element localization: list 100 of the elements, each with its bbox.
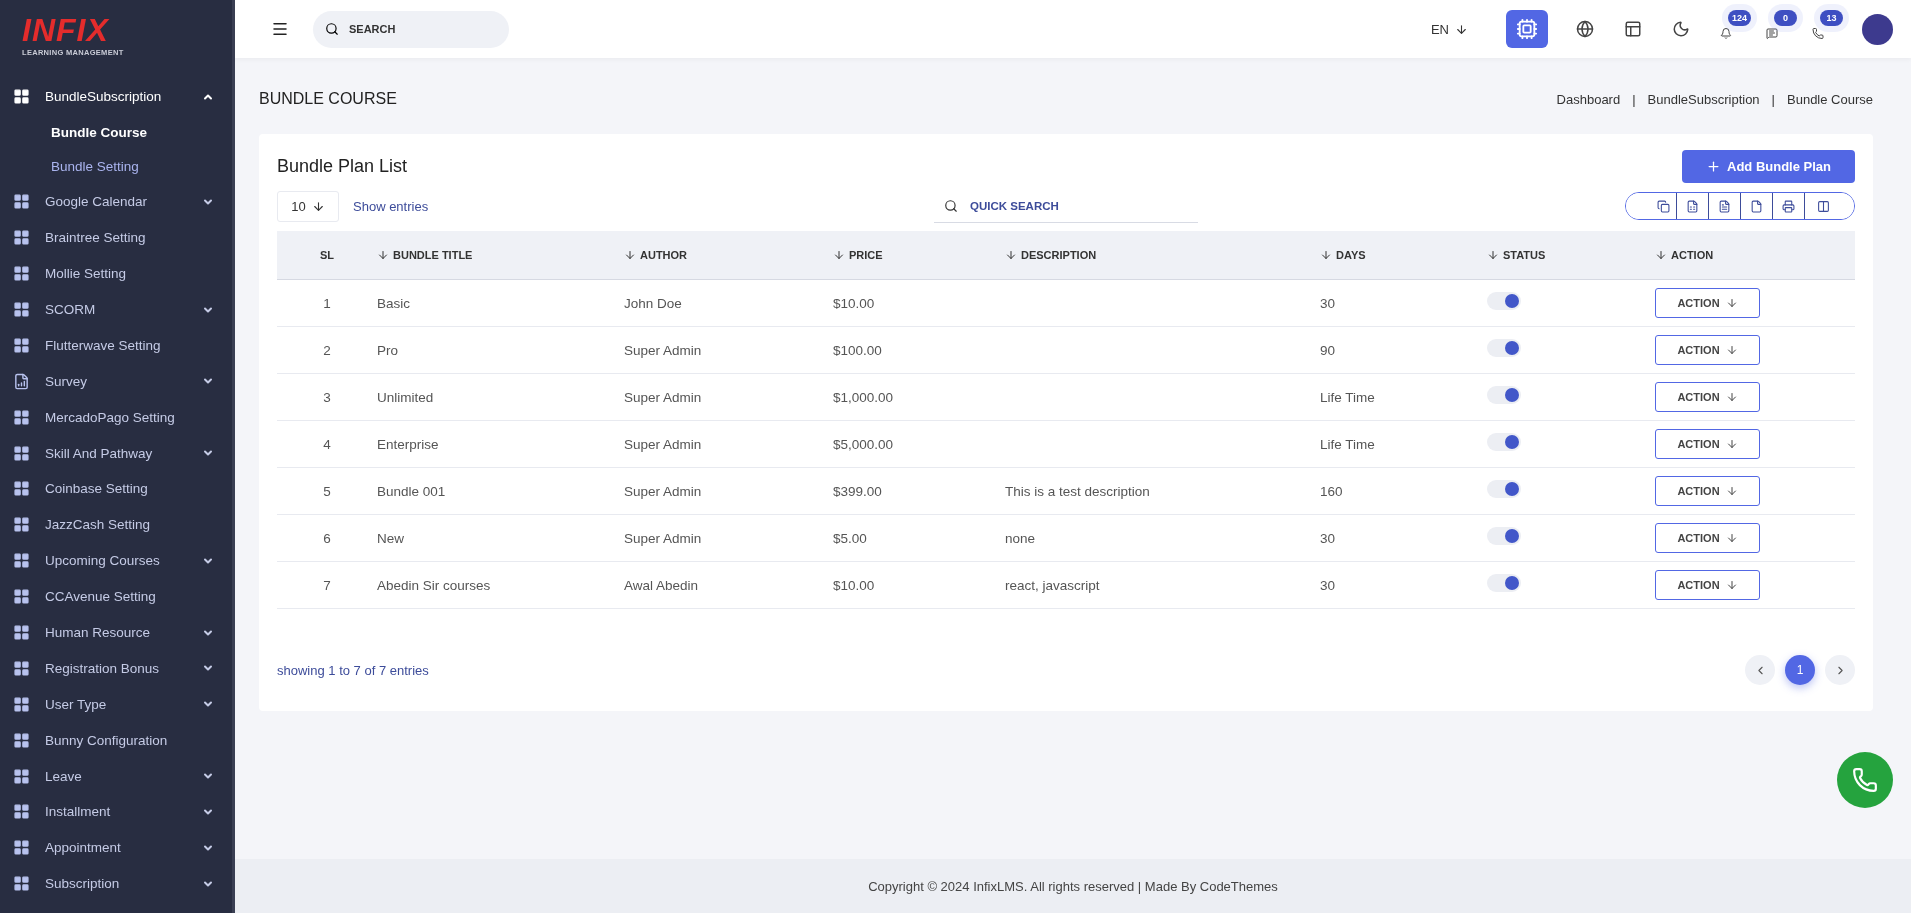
grid-icon — [13, 588, 30, 606]
column-header[interactable]: DAYS — [1320, 249, 1487, 261]
sidebar-item[interactable]: Upcoming Courses — [0, 542, 232, 579]
page-size-select[interactable]: 10 — [277, 190, 339, 222]
plus-icon — [1706, 159, 1721, 174]
table-cell-text: $100.00 — [833, 342, 883, 358]
grid-icon — [13, 695, 30, 713]
table-cell-text: 30 — [1320, 295, 1337, 311]
page-button[interactable]: 1 — [1785, 655, 1815, 685]
table-cell-text: react, javascript — [1005, 577, 1101, 593]
add-bundle-plan-button[interactable]: Add Bundle Plan — [1682, 150, 1855, 183]
status-toggle[interactable] — [1487, 339, 1521, 357]
sidebar-subitem[interactable]: Bundle Course — [0, 114, 232, 150]
copy-icon — [1657, 199, 1670, 213]
arrow-down-icon — [1725, 485, 1738, 497]
sidebar-item[interactable]: Subscription — [0, 865, 232, 902]
column-header[interactable]: BUNDLE TITLE — [377, 249, 624, 261]
breadcrumb-link[interactable]: BundleSubscription — [1647, 91, 1760, 107]
sidebar-item[interactable]: Mollie Setting — [0, 255, 232, 292]
search-field[interactable]: SEARCH — [313, 10, 509, 48]
table-cell-text: Abedin Sir courses — [377, 577, 492, 593]
sidebar-item[interactable]: User Type — [0, 686, 232, 723]
column-header[interactable]: AUTHOR — [624, 249, 833, 261]
column-header[interactable]: PRICE — [833, 249, 1005, 261]
grid-icon — [13, 659, 30, 677]
table-cell-text: New — [377, 530, 405, 546]
action-dropdown-button[interactable]: ACTION — [1655, 523, 1760, 553]
table-cell-text: $10.00 — [833, 577, 876, 593]
status-toggle[interactable] — [1487, 386, 1521, 404]
column-header[interactable]: DESCRIPTION — [1005, 249, 1320, 261]
action-dropdown-button[interactable]: ACTION — [1655, 429, 1760, 459]
moon-icon — [1672, 19, 1690, 39]
sidebar-item[interactable]: SCORM — [0, 291, 232, 328]
arrow-down-icon — [1725, 297, 1738, 309]
table-cell-text: Awal Abedin — [624, 577, 700, 593]
table-cell-text: Super Admin — [624, 436, 703, 452]
breadcrumb-link[interactable]: Dashboard — [1556, 91, 1621, 107]
table-cell-text: 7 — [322, 577, 332, 593]
quick-search-field[interactable]: QUICK SEARCH — [934, 189, 1198, 223]
sidebar-item[interactable]: JazzCash Setting — [0, 506, 232, 543]
arrow-down-icon — [1725, 438, 1738, 450]
whatsapp-chat-button[interactable] — [1837, 752, 1893, 808]
sidebar-item[interactable]: CCAvenue Setting — [0, 578, 232, 615]
sidebar-item[interactable]: MercadoPago Setting — [0, 399, 232, 436]
count-badge: 0 — [1774, 10, 1797, 26]
avatar[interactable] — [1862, 13, 1893, 45]
sidebar-item[interactable]: BundleSubscription — [0, 79, 232, 115]
arrow-down-icon — [1725, 579, 1738, 591]
column-header[interactable]: ACTION — [1655, 249, 1855, 261]
status-toggle[interactable] — [1487, 574, 1521, 592]
grid-icon — [13, 336, 30, 354]
action-dropdown-button[interactable]: ACTION — [1655, 476, 1760, 506]
page-title: BUNDLE COURSE — [259, 90, 397, 108]
grid-icon — [13, 516, 30, 534]
column-header[interactable]: SL — [277, 249, 377, 261]
sidebar-item[interactable]: Flutterwave Setting — [0, 327, 232, 364]
arrow-down-icon — [1725, 344, 1738, 356]
entries-summary: showing 1 to 7 of 7 entries — [277, 662, 429, 678]
table-cell-text: Enterprise — [377, 436, 440, 452]
sidebar-item[interactable]: Installment — [0, 794, 232, 830]
export-button[interactable] — [1804, 193, 1854, 219]
breadcrumb-link[interactable]: Bundle Course — [1787, 91, 1873, 107]
sidebar-item[interactable]: Leave — [0, 758, 232, 795]
count-badge: 124 — [1728, 10, 1751, 26]
table-cell-text: Life Time — [1320, 436, 1376, 452]
columns-icon — [1817, 199, 1830, 213]
status-toggle[interactable] — [1487, 292, 1521, 310]
sidebar-item[interactable]: Bunny Configuration — [0, 722, 232, 759]
search-input[interactable]: SEARCH — [347, 22, 491, 36]
status-toggle[interactable] — [1487, 527, 1521, 545]
status-toggle[interactable] — [1487, 433, 1521, 451]
sidebar-subitem[interactable]: Bundle Setting — [0, 149, 232, 184]
action-dropdown-button[interactable]: ACTION — [1655, 288, 1760, 318]
grid-icon — [13, 767, 30, 785]
table-cell-text: $5.00 — [833, 530, 868, 546]
grid-icon — [13, 193, 30, 211]
count-badge: 13 — [1820, 10, 1843, 26]
action-dropdown-button[interactable]: ACTION — [1655, 335, 1760, 365]
sidebar-item[interactable]: Appointment — [0, 829, 232, 866]
sidebar-item[interactable]: Braintree Setting — [0, 219, 232, 256]
ai-button[interactable] — [1506, 10, 1548, 48]
sidebar-item[interactable]: Coinbase Setting — [0, 471, 232, 507]
grid-icon — [13, 552, 30, 570]
sidebar-item[interactable]: Survey — [0, 363, 232, 400]
language-selector[interactable]: EN — [1424, 20, 1474, 38]
layout-icon — [1624, 19, 1642, 39]
phone-icon — [1852, 767, 1878, 793]
status-toggle[interactable] — [1487, 480, 1521, 498]
list-icon — [13, 372, 30, 390]
document-icon — [1718, 199, 1731, 213]
sidebar-item[interactable]: Skill And Pathway — [0, 435, 232, 471]
column-header[interactable]: STATUS — [1487, 249, 1655, 261]
sidebar-item[interactable]: Registration Bonus — [0, 650, 232, 687]
breadcrumb-separator: | — [1632, 91, 1636, 107]
copyright-footer: Copyright © 2024 InfixLMS. All rights reserved | Made By CodeThemes — [235, 859, 1911, 913]
sidebar-item[interactable]: Google Calendar — [0, 183, 232, 220]
action-dropdown-button[interactable]: ACTION — [1655, 382, 1760, 412]
action-dropdown-button[interactable]: ACTION — [1655, 570, 1760, 600]
sidebar-item[interactable]: Human Resource — [0, 614, 232, 651]
table-cell-text: Pro — [377, 342, 399, 358]
